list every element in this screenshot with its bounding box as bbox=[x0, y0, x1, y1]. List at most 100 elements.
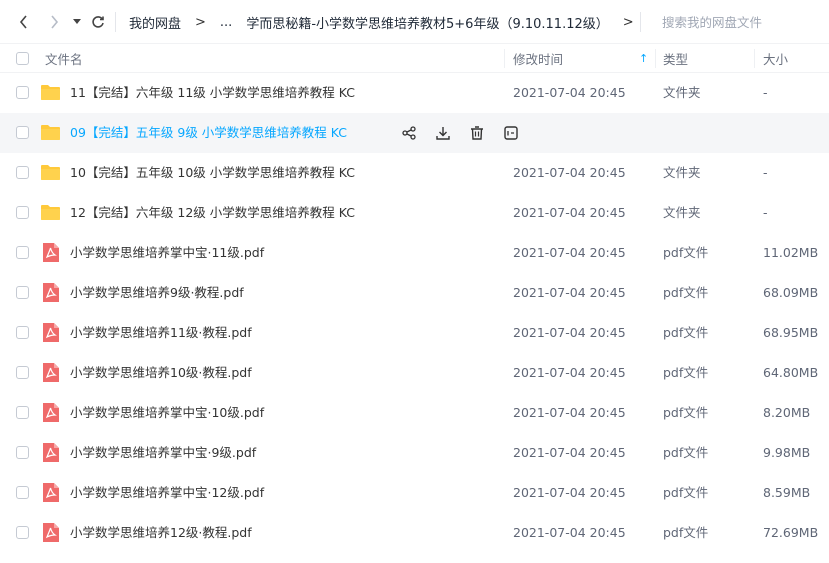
table-header: 文件名 修改时间 ↑ 类型 大小 bbox=[0, 44, 829, 73]
file-name[interactable]: 小学数学思维培养12级·教程.pdf bbox=[70, 513, 252, 553]
folder-icon bbox=[41, 205, 60, 220]
file-type: pdf文件 bbox=[663, 445, 709, 460]
pdf-file-icon bbox=[43, 243, 59, 262]
file-row[interactable]: 10【完结】五年级 10级 小学数学思维培养教程 KC 2021-07-04 20… bbox=[0, 153, 829, 193]
column-divider[interactable] bbox=[504, 49, 505, 68]
divider bbox=[640, 12, 641, 32]
file-row[interactable]: 小学数学思维培养9级·教程.pdf 2021-07-04 20:45 pdf文件 68… bbox=[0, 273, 829, 313]
file-row[interactable]: 小学数学思维培养11级·教程.pdf 2021-07-04 20:45 pdf文件 6… bbox=[0, 313, 829, 353]
file-row[interactable]: 小学数学思维培养10级·教程.pdf 2021-07-04 20:45 pdf文件 6… bbox=[0, 353, 829, 393]
column-header-time[interactable]: 修改时间 bbox=[513, 44, 563, 73]
file-size: 9.98MB bbox=[763, 445, 811, 460]
pdf-file-icon bbox=[43, 483, 59, 502]
file-row[interactable]: 11【完结】六年级 11级 小学数学思维培养教程 KC 2021-07-04 20… bbox=[0, 73, 829, 113]
modified-time: 2021-07-04 20:45 bbox=[513, 245, 626, 260]
column-header-size[interactable]: 大小 bbox=[763, 44, 788, 73]
file-name[interactable]: 小学数学思维培养掌中宝·10级.pdf bbox=[70, 393, 264, 433]
file-size: - bbox=[763, 165, 768, 180]
row-checkbox[interactable] bbox=[16, 326, 29, 339]
column-divider[interactable] bbox=[754, 49, 755, 68]
file-type: 文件夹 bbox=[663, 205, 701, 220]
pdf-file-icon bbox=[43, 523, 59, 542]
file-name[interactable]: 小学数学思维培养掌中宝·12级.pdf bbox=[70, 473, 264, 513]
column-divider[interactable] bbox=[655, 49, 656, 68]
breadcrumb-arrow: > bbox=[195, 14, 206, 30]
modified-time: 2021-07-04 20:45 bbox=[513, 165, 626, 180]
download-icon[interactable] bbox=[434, 124, 452, 142]
folder-icon bbox=[41, 125, 60, 140]
row-checkbox[interactable] bbox=[16, 286, 29, 299]
row-checkbox[interactable] bbox=[16, 166, 29, 179]
folder-icon bbox=[41, 85, 60, 100]
sort-arrow-icon: ↑ bbox=[639, 52, 649, 65]
file-row[interactable]: 12【完结】六年级 12级 小学数学思维培养教程 KC 2021-07-04 20… bbox=[0, 193, 829, 233]
file-name[interactable]: 小学数学思维培养9级·教程.pdf bbox=[70, 273, 244, 313]
file-size: 72.69MB bbox=[763, 525, 819, 540]
file-type: pdf文件 bbox=[663, 245, 709, 260]
search-input[interactable] bbox=[662, 12, 822, 32]
select-all-checkbox[interactable] bbox=[16, 52, 29, 65]
file-row[interactable]: 小学数学思维培养12级·教程.pdf 2021-07-04 20:45 pdf文件 7… bbox=[0, 513, 829, 553]
row-checkbox[interactable] bbox=[16, 366, 29, 379]
column-header-type[interactable]: 类型 bbox=[663, 44, 688, 73]
file-row[interactable]: 小学数学思维培养掌中宝·12级.pdf 2021-07-04 20:45 pdf文件… bbox=[0, 473, 829, 513]
file-type: 文件夹 bbox=[663, 85, 701, 100]
row-checkbox[interactable] bbox=[16, 406, 29, 419]
file-row[interactable]: 小学数学思维培养掌中宝·11级.pdf 2021-07-04 20:45 pdf文件… bbox=[0, 233, 829, 273]
share-icon[interactable] bbox=[400, 124, 418, 142]
file-name[interactable]: 10【完结】五年级 10级 小学数学思维培养教程 KC bbox=[70, 153, 355, 193]
delete-icon[interactable] bbox=[468, 124, 486, 142]
file-size: 8.20MB bbox=[763, 405, 811, 420]
file-name[interactable]: 12【完结】六年级 12级 小学数学思维培养教程 KC bbox=[70, 193, 355, 233]
file-name[interactable]: 小学数学思维培养11级·教程.pdf bbox=[70, 313, 252, 353]
row-checkbox[interactable] bbox=[16, 486, 29, 499]
folder-icon bbox=[41, 165, 60, 180]
chevron-right-icon bbox=[51, 15, 59, 29]
file-name[interactable]: 小学数学思维培养掌中宝·9级.pdf bbox=[70, 433, 256, 473]
file-type: pdf文件 bbox=[663, 525, 709, 540]
file-name[interactable]: 11【完结】六年级 11级 小学数学思维培养教程 KC bbox=[70, 73, 355, 113]
row-checkbox[interactable] bbox=[16, 86, 29, 99]
pdf-file-icon bbox=[43, 363, 59, 382]
modified-time: 2021-07-04 20:45 bbox=[513, 485, 626, 500]
file-size: 11.02MB bbox=[763, 245, 819, 260]
breadcrumb-item-ellipsis[interactable]: ... bbox=[220, 15, 232, 30]
divider bbox=[115, 12, 116, 32]
file-row[interactable]: 09【完结】五年级 9级 小学数学思维培养教程 KC bbox=[0, 113, 829, 153]
file-type: pdf文件 bbox=[663, 325, 709, 340]
modified-time: 2021-07-04 20:45 bbox=[513, 285, 626, 300]
row-checkbox[interactable] bbox=[16, 246, 29, 259]
row-checkbox[interactable] bbox=[16, 206, 29, 219]
file-type: pdf文件 bbox=[663, 485, 709, 500]
pdf-file-icon bbox=[43, 283, 59, 302]
file-size: 68.09MB bbox=[763, 285, 819, 300]
breadcrumb: 我的网盘 > ... 学而思秘籍-小学数学思维培养教材5+6年级（9.10.11… bbox=[129, 0, 648, 44]
history-dropdown[interactable] bbox=[70, 10, 84, 34]
back-button[interactable] bbox=[12, 10, 36, 34]
breadcrumb-item-current[interactable]: 学而思秘籍-小学数学思维培养教材5+6年级（9.10.11.12级） bbox=[246, 13, 608, 32]
file-row[interactable]: 小学数学思维培养掌中宝·9级.pdf 2021-07-04 20:45 pdf文件 9… bbox=[0, 433, 829, 473]
file-name[interactable]: 09【完结】五年级 9级 小学数学思维培养教程 KC bbox=[70, 113, 347, 153]
forward-button[interactable] bbox=[42, 10, 66, 34]
modified-time: 2021-07-04 20:45 bbox=[513, 365, 626, 380]
file-size: 68.95MB bbox=[763, 325, 819, 340]
file-size: 8.59MB bbox=[763, 485, 811, 500]
file-row[interactable]: 小学数学思维培养掌中宝·10级.pdf 2021-07-04 20:45 pdf文件… bbox=[0, 393, 829, 433]
more-icon[interactable] bbox=[502, 124, 520, 142]
file-name[interactable]: 小学数学思维培养掌中宝·11级.pdf bbox=[70, 233, 264, 273]
column-header-name[interactable]: 文件名 bbox=[45, 44, 83, 73]
pdf-file-icon bbox=[43, 443, 59, 462]
row-checkbox[interactable] bbox=[16, 526, 29, 539]
modified-time: 2021-07-04 20:45 bbox=[513, 85, 626, 100]
breadcrumb-item-root[interactable]: 我的网盘 bbox=[129, 13, 181, 32]
file-name[interactable]: 小学数学思维培养10级·教程.pdf bbox=[70, 353, 252, 393]
row-checkbox[interactable] bbox=[16, 126, 29, 139]
toolbar: 我的网盘 > ... 学而思秘籍-小学数学思维培养教材5+6年级（9.10.11… bbox=[0, 0, 829, 44]
modified-time: 2021-07-04 20:45 bbox=[513, 405, 626, 420]
file-type: pdf文件 bbox=[663, 405, 709, 420]
pdf-file-icon bbox=[43, 323, 59, 342]
row-checkbox[interactable] bbox=[16, 446, 29, 459]
refresh-icon bbox=[92, 16, 104, 28]
file-type: pdf文件 bbox=[663, 365, 709, 380]
refresh-button[interactable] bbox=[86, 10, 110, 34]
